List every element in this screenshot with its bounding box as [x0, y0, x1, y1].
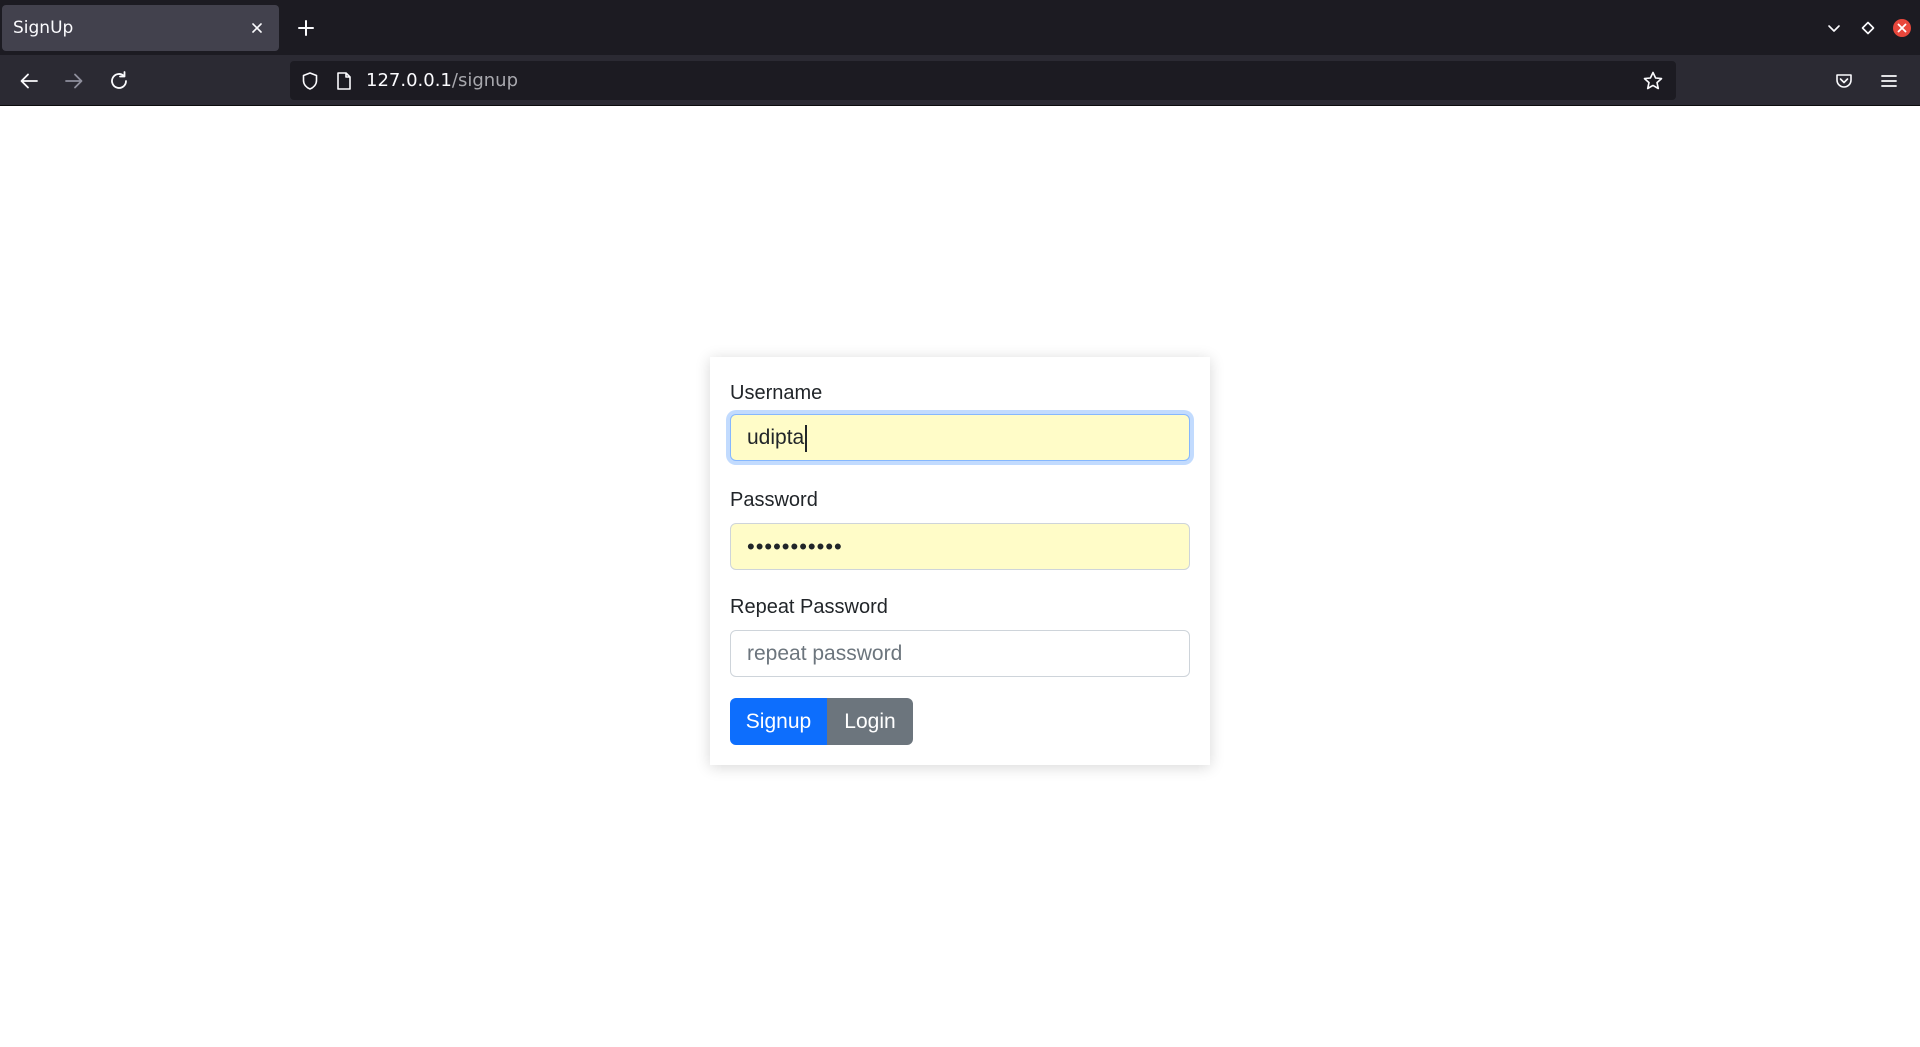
- username-value: udipta: [747, 426, 805, 449]
- password-masked-value: •••••••••••: [747, 534, 843, 559]
- forward-arrow-icon[interactable]: [57, 64, 91, 98]
- url-path: /signup: [451, 70, 519, 91]
- url-text[interactable]: 127.0.0.1/signup: [366, 70, 518, 92]
- url-bar[interactable]: 127.0.0.1/signup: [290, 61, 1676, 100]
- diamond-icon[interactable]: [1856, 16, 1880, 40]
- repeat-password-input[interactable]: [730, 630, 1190, 677]
- back-arrow-icon[interactable]: [12, 64, 46, 98]
- window-close-icon[interactable]: [1890, 16, 1914, 40]
- hamburger-menu-icon[interactable]: [1872, 64, 1906, 98]
- username-label: Username: [730, 382, 823, 404]
- pocket-icon[interactable]: [1827, 64, 1861, 98]
- tab-close-icon[interactable]: [246, 17, 268, 39]
- browser-tab[interactable]: SignUp: [2, 5, 279, 51]
- tab-title: SignUp: [13, 18, 74, 38]
- page-info-icon[interactable]: [332, 69, 356, 93]
- list-all-tabs-icon[interactable]: [1822, 16, 1846, 40]
- text-caret: [805, 424, 808, 452]
- tab-strip: SignUp: [0, 0, 1920, 55]
- new-tab-icon[interactable]: [292, 14, 320, 42]
- url-host: 127.0.0.1: [366, 70, 452, 91]
- username-input[interactable]: udipta: [730, 414, 1190, 461]
- signup-button[interactable]: Signup: [730, 698, 827, 745]
- shield-icon[interactable]: [298, 69, 322, 93]
- signup-card: Username udipta Password ••••••••••• Rep…: [710, 357, 1210, 765]
- repeat-password-label: Repeat Password: [730, 596, 888, 618]
- password-input[interactable]: •••••••••••: [730, 523, 1190, 570]
- login-button[interactable]: Login: [827, 698, 913, 745]
- navigation-toolbar: 127.0.0.1/signup: [0, 55, 1920, 106]
- password-label: Password: [730, 489, 818, 511]
- reload-icon[interactable]: [102, 64, 136, 98]
- bookmark-star-icon[interactable]: [1640, 68, 1666, 94]
